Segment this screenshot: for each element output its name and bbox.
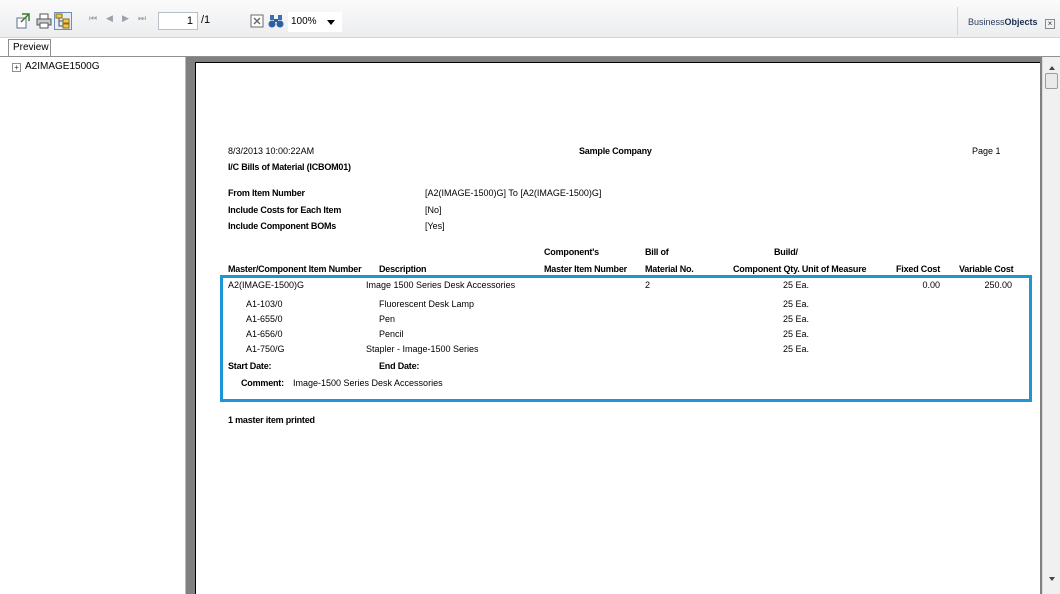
zoom-value: 100% (291, 16, 317, 27)
print-button[interactable] (35, 12, 53, 30)
group-tree-icon (55, 13, 70, 29)
column-header: Variable Cost (959, 264, 1014, 274)
previous-page-icon[interactable]: ◀ (106, 14, 113, 24)
search-button[interactable] (267, 12, 285, 30)
viewer-toolbar: ⏮ ◀ ▶ ⏭ 1 /1 100% BusinessObjects × (0, 0, 1060, 38)
column-header: Fixed Cost (896, 264, 941, 274)
scroll-down-icon[interactable] (1049, 577, 1055, 581)
first-page-icon[interactable]: ⏮ (89, 14, 97, 24)
stop-icon (250, 14, 264, 28)
next-page-icon[interactable]: ▶ (122, 14, 129, 24)
param-value: [No] (425, 205, 442, 215)
group-tree: + A2IMAGE1500G (0, 57, 186, 594)
scroll-up-icon[interactable] (1049, 66, 1055, 70)
last-page-icon[interactable]: ⏭ (138, 14, 146, 24)
column-header: Bill of (645, 247, 669, 257)
export-icon (16, 13, 30, 29)
tab-preview[interactable]: Preview (8, 39, 51, 57)
report-footer: 1 master item printed (228, 415, 315, 425)
param-value: [Yes] (425, 221, 445, 231)
toggle-group-tree-button[interactable] (54, 12, 72, 30)
page-total: /1 (201, 14, 211, 26)
tree-expand-icon[interactable]: + (12, 63, 21, 72)
zoom-select[interactable]: 100% (288, 12, 342, 32)
column-header: Master Item Number (544, 264, 627, 274)
column-header: Material No. (645, 264, 694, 274)
column-header: Description (379, 264, 427, 274)
print-icon (36, 13, 52, 29)
page-number-input[interactable]: 1 (158, 12, 198, 30)
param-value: [A2(IMAGE-1500)G] To [A2(IMAGE-1500)G] (425, 188, 602, 198)
report-datetime: 8/3/2013 10:00:22AM (228, 146, 315, 156)
column-header: Component Qty. Unit of Measure (733, 264, 867, 274)
highlight-box (220, 275, 1032, 402)
tree-item-a2image1500g[interactable]: A2IMAGE1500G (25, 61, 99, 72)
param-label: From Item Number (228, 188, 305, 198)
report-company: Sample Company (579, 146, 652, 156)
chevron-down-icon (327, 20, 335, 25)
param-label: Include Component BOMs (228, 221, 337, 231)
binoculars-icon (268, 15, 284, 28)
column-header: Build/ (774, 247, 798, 257)
report-page-number: Page 1 (972, 146, 1001, 156)
column-header: Component's (544, 247, 599, 257)
param-label: Include Costs for Each Item (228, 205, 342, 215)
report-title: I/C Bills of Material (ICBOM01) (228, 162, 351, 172)
export-button[interactable] (14, 12, 32, 30)
stop-button[interactable] (248, 12, 266, 30)
scroll-thumb[interactable] (1045, 73, 1058, 89)
vertical-scrollbar[interactable] (1042, 57, 1060, 594)
close-icon[interactable]: × (1045, 19, 1055, 29)
column-header: Master/Component Item Number (228, 264, 362, 274)
business-objects-logo: BusinessObjects (957, 7, 1039, 35)
